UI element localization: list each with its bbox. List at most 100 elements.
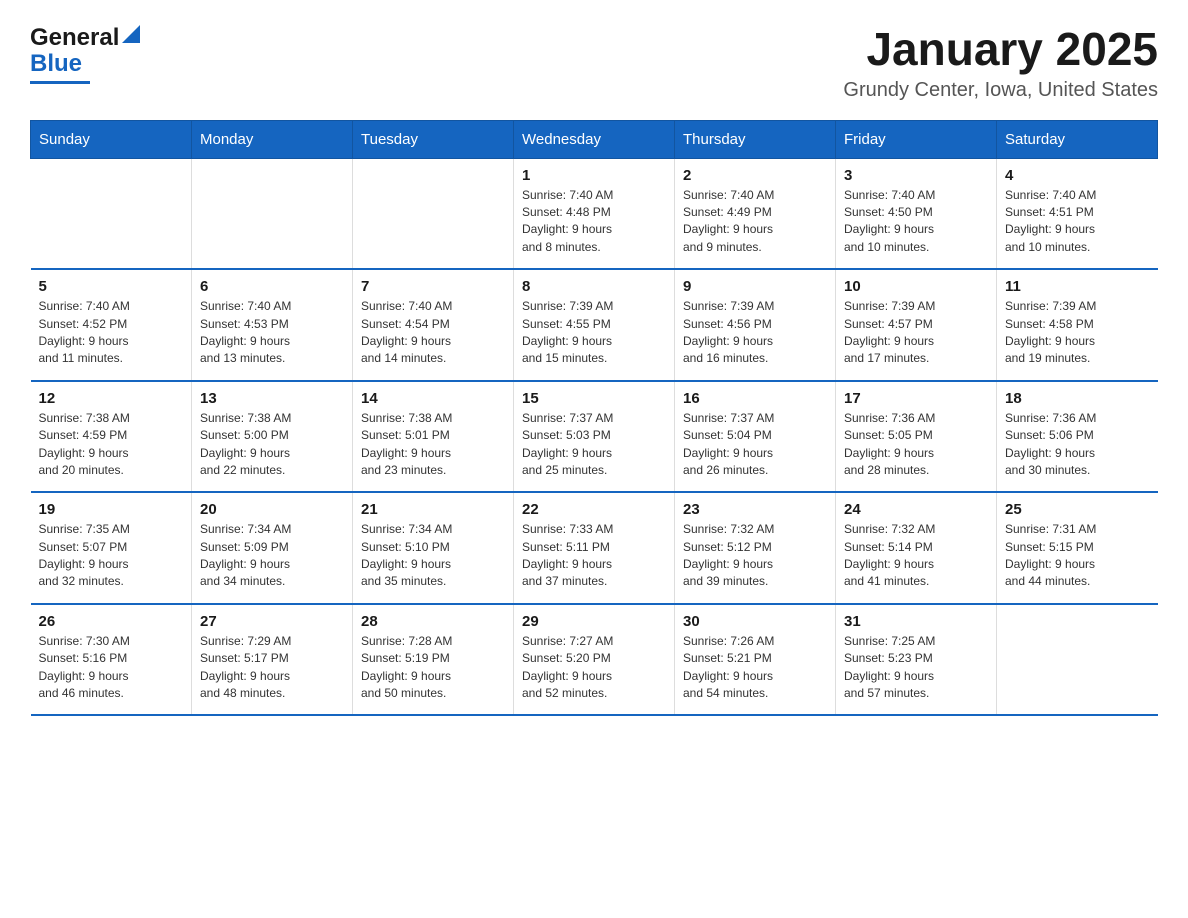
day-number: 29 (522, 613, 666, 630)
calendar-cell (997, 604, 1158, 716)
header-sunday: Sunday (31, 120, 192, 158)
day-number: 27 (200, 613, 344, 630)
day-number: 6 (200, 278, 344, 295)
day-info: Sunrise: 7:29 AM Sunset: 5:17 PM Dayligh… (200, 633, 344, 703)
week-row-1: 1 Sunrise: 7:40 AM Sunset: 4:48 PM Daylig… (31, 158, 1158, 269)
day-info: Sunrise: 7:36 AM Sunset: 5:06 PM Dayligh… (1005, 410, 1150, 480)
day-number: 5 (39, 278, 184, 295)
day-number: 11 (1005, 278, 1150, 295)
day-number: 31 (844, 613, 988, 630)
calendar-cell: 30 Sunrise: 7:26 AM Sunset: 5:21 PM Dayli… (675, 604, 836, 716)
logo-triangle-icon (122, 25, 140, 43)
calendar-cell: 14Sunrise: 7:38 AM Sunset: 5:01 PM Dayli… (353, 381, 514, 493)
header-tuesday: Tuesday (353, 120, 514, 158)
day-number: 26 (39, 613, 184, 630)
page-header: General Blue January 2025 Grundy Center,… (30, 24, 1158, 102)
header-wednesday: Wednesday (514, 120, 675, 158)
header-saturday: Saturday (997, 120, 1158, 158)
day-info: Sunrise: 7:40 AM Sunset: 4:49 PM Dayligh… (683, 187, 827, 257)
day-number: 21 (361, 501, 505, 518)
day-info: Sunrise: 7:39 AM Sunset: 4:57 PM Dayligh… (844, 298, 988, 368)
day-info: Sunrise: 7:36 AM Sunset: 5:05 PM Dayligh… (844, 410, 988, 480)
day-info: Sunrise: 7:38 AM Sunset: 4:59 PM Dayligh… (39, 410, 184, 480)
day-info: Sunrise: 7:32 AM Sunset: 5:12 PM Dayligh… (683, 521, 827, 591)
calendar-table: SundayMondayTuesdayWednesdayThursdayFrid… (30, 120, 1158, 717)
logo-underline (30, 81, 90, 84)
day-info: Sunrise: 7:34 AM Sunset: 5:10 PM Dayligh… (361, 521, 505, 591)
day-info: Sunrise: 7:31 AM Sunset: 5:15 PM Dayligh… (1005, 521, 1150, 591)
calendar-title: January 2025 (843, 24, 1158, 75)
day-info: Sunrise: 7:40 AM Sunset: 4:48 PM Dayligh… (522, 187, 666, 257)
day-info: Sunrise: 7:26 AM Sunset: 5:21 PM Dayligh… (683, 633, 827, 703)
week-row-4: 19 Sunrise: 7:35 AM Sunset: 5:07 PM Dayli… (31, 492, 1158, 604)
calendar-cell: 16 Sunrise: 7:37 AM Sunset: 5:04 PM Dayli… (675, 381, 836, 493)
week-row-2: 5Sunrise: 7:40 AM Sunset: 4:52 PM Daylig… (31, 269, 1158, 381)
day-info: Sunrise: 7:38 AM Sunset: 5:00 PM Dayligh… (200, 410, 344, 480)
day-number: 20 (200, 501, 344, 518)
calendar-cell (353, 158, 514, 269)
calendar-cell: 13 Sunrise: 7:38 AM Sunset: 5:00 PM Dayli… (192, 381, 353, 493)
day-info: Sunrise: 7:38 AM Sunset: 5:01 PM Dayligh… (361, 410, 505, 480)
calendar-cell: 8 Sunrise: 7:39 AM Sunset: 4:55 PM Daylig… (514, 269, 675, 381)
day-number: 10 (844, 278, 988, 295)
header-thursday: Thursday (675, 120, 836, 158)
calendar-cell: 28 Sunrise: 7:28 AM Sunset: 5:19 PM Dayli… (353, 604, 514, 716)
header-monday: Monday (192, 120, 353, 158)
calendar-cell: 27 Sunrise: 7:29 AM Sunset: 5:17 PM Dayli… (192, 604, 353, 716)
day-info: Sunrise: 7:39 AM Sunset: 4:55 PM Dayligh… (522, 298, 666, 368)
calendar-cell: 11 Sunrise: 7:39 AM Sunset: 4:58 PM Dayli… (997, 269, 1158, 381)
day-number: 8 (522, 278, 666, 295)
calendar-subtitle: Grundy Center, Iowa, United States (843, 79, 1158, 102)
day-info: Sunrise: 7:39 AM Sunset: 4:58 PM Dayligh… (1005, 298, 1150, 368)
calendar-cell: 29 Sunrise: 7:27 AM Sunset: 5:20 PM Dayli… (514, 604, 675, 716)
day-number: 24 (844, 501, 988, 518)
day-info: Sunrise: 7:27 AM Sunset: 5:20 PM Dayligh… (522, 633, 666, 703)
day-info: Sunrise: 7:39 AM Sunset: 4:56 PM Dayligh… (683, 298, 827, 368)
day-number: 28 (361, 613, 505, 630)
day-number: 16 (683, 390, 827, 407)
calendar-cell: 9 Sunrise: 7:39 AM Sunset: 4:56 PM Daylig… (675, 269, 836, 381)
calendar-cell: 3Sunrise: 7:40 AM Sunset: 4:50 PM Daylig… (836, 158, 997, 269)
day-number: 25 (1005, 501, 1150, 518)
calendar-cell: 6Sunrise: 7:40 AM Sunset: 4:53 PM Daylig… (192, 269, 353, 381)
day-number: 2 (683, 167, 827, 184)
day-number: 18 (1005, 390, 1150, 407)
calendar-cell: 20 Sunrise: 7:34 AM Sunset: 5:09 PM Dayli… (192, 492, 353, 604)
day-number: 13 (200, 390, 344, 407)
logo-general-text: General (30, 24, 119, 52)
week-row-3: 12Sunrise: 7:38 AM Sunset: 4:59 PM Dayli… (31, 381, 1158, 493)
day-info: Sunrise: 7:40 AM Sunset: 4:51 PM Dayligh… (1005, 187, 1150, 257)
day-info: Sunrise: 7:34 AM Sunset: 5:09 PM Dayligh… (200, 521, 344, 591)
day-number: 19 (39, 501, 184, 518)
calendar-cell: 1 Sunrise: 7:40 AM Sunset: 4:48 PM Daylig… (514, 158, 675, 269)
day-number: 3 (844, 167, 988, 184)
day-number: 15 (522, 390, 666, 407)
day-info: Sunrise: 7:33 AM Sunset: 5:11 PM Dayligh… (522, 521, 666, 591)
day-info: Sunrise: 7:37 AM Sunset: 5:04 PM Dayligh… (683, 410, 827, 480)
day-number: 1 (522, 167, 666, 184)
weekday-header-row: SundayMondayTuesdayWednesdayThursdayFrid… (31, 120, 1158, 158)
day-number: 9 (683, 278, 827, 295)
calendar-cell: 31Sunrise: 7:25 AM Sunset: 5:23 PM Dayli… (836, 604, 997, 716)
calendar-cell: 22Sunrise: 7:33 AM Sunset: 5:11 PM Dayli… (514, 492, 675, 604)
day-info: Sunrise: 7:40 AM Sunset: 4:54 PM Dayligh… (361, 298, 505, 368)
day-number: 17 (844, 390, 988, 407)
day-number: 23 (683, 501, 827, 518)
week-row-5: 26Sunrise: 7:30 AM Sunset: 5:16 PM Dayli… (31, 604, 1158, 716)
day-info: Sunrise: 7:35 AM Sunset: 5:07 PM Dayligh… (39, 521, 184, 591)
calendar-cell (192, 158, 353, 269)
calendar-cell (31, 158, 192, 269)
day-number: 30 (683, 613, 827, 630)
calendar-cell: 17 Sunrise: 7:36 AM Sunset: 5:05 PM Dayli… (836, 381, 997, 493)
logo-blue-text: Blue (30, 50, 82, 77)
calendar-cell: 2 Sunrise: 7:40 AM Sunset: 4:49 PM Daylig… (675, 158, 836, 269)
day-number: 7 (361, 278, 505, 295)
calendar-cell: 5Sunrise: 7:40 AM Sunset: 4:52 PM Daylig… (31, 269, 192, 381)
day-info: Sunrise: 7:28 AM Sunset: 5:19 PM Dayligh… (361, 633, 505, 703)
day-info: Sunrise: 7:37 AM Sunset: 5:03 PM Dayligh… (522, 410, 666, 480)
calendar-cell: 10 Sunrise: 7:39 AM Sunset: 4:57 PM Dayli… (836, 269, 997, 381)
calendar-cell: 23 Sunrise: 7:32 AM Sunset: 5:12 PM Dayli… (675, 492, 836, 604)
calendar-cell: 25 Sunrise: 7:31 AM Sunset: 5:15 PM Dayli… (997, 492, 1158, 604)
calendar-cell: 24Sunrise: 7:32 AM Sunset: 5:14 PM Dayli… (836, 492, 997, 604)
calendar-cell: 26Sunrise: 7:30 AM Sunset: 5:16 PM Dayli… (31, 604, 192, 716)
